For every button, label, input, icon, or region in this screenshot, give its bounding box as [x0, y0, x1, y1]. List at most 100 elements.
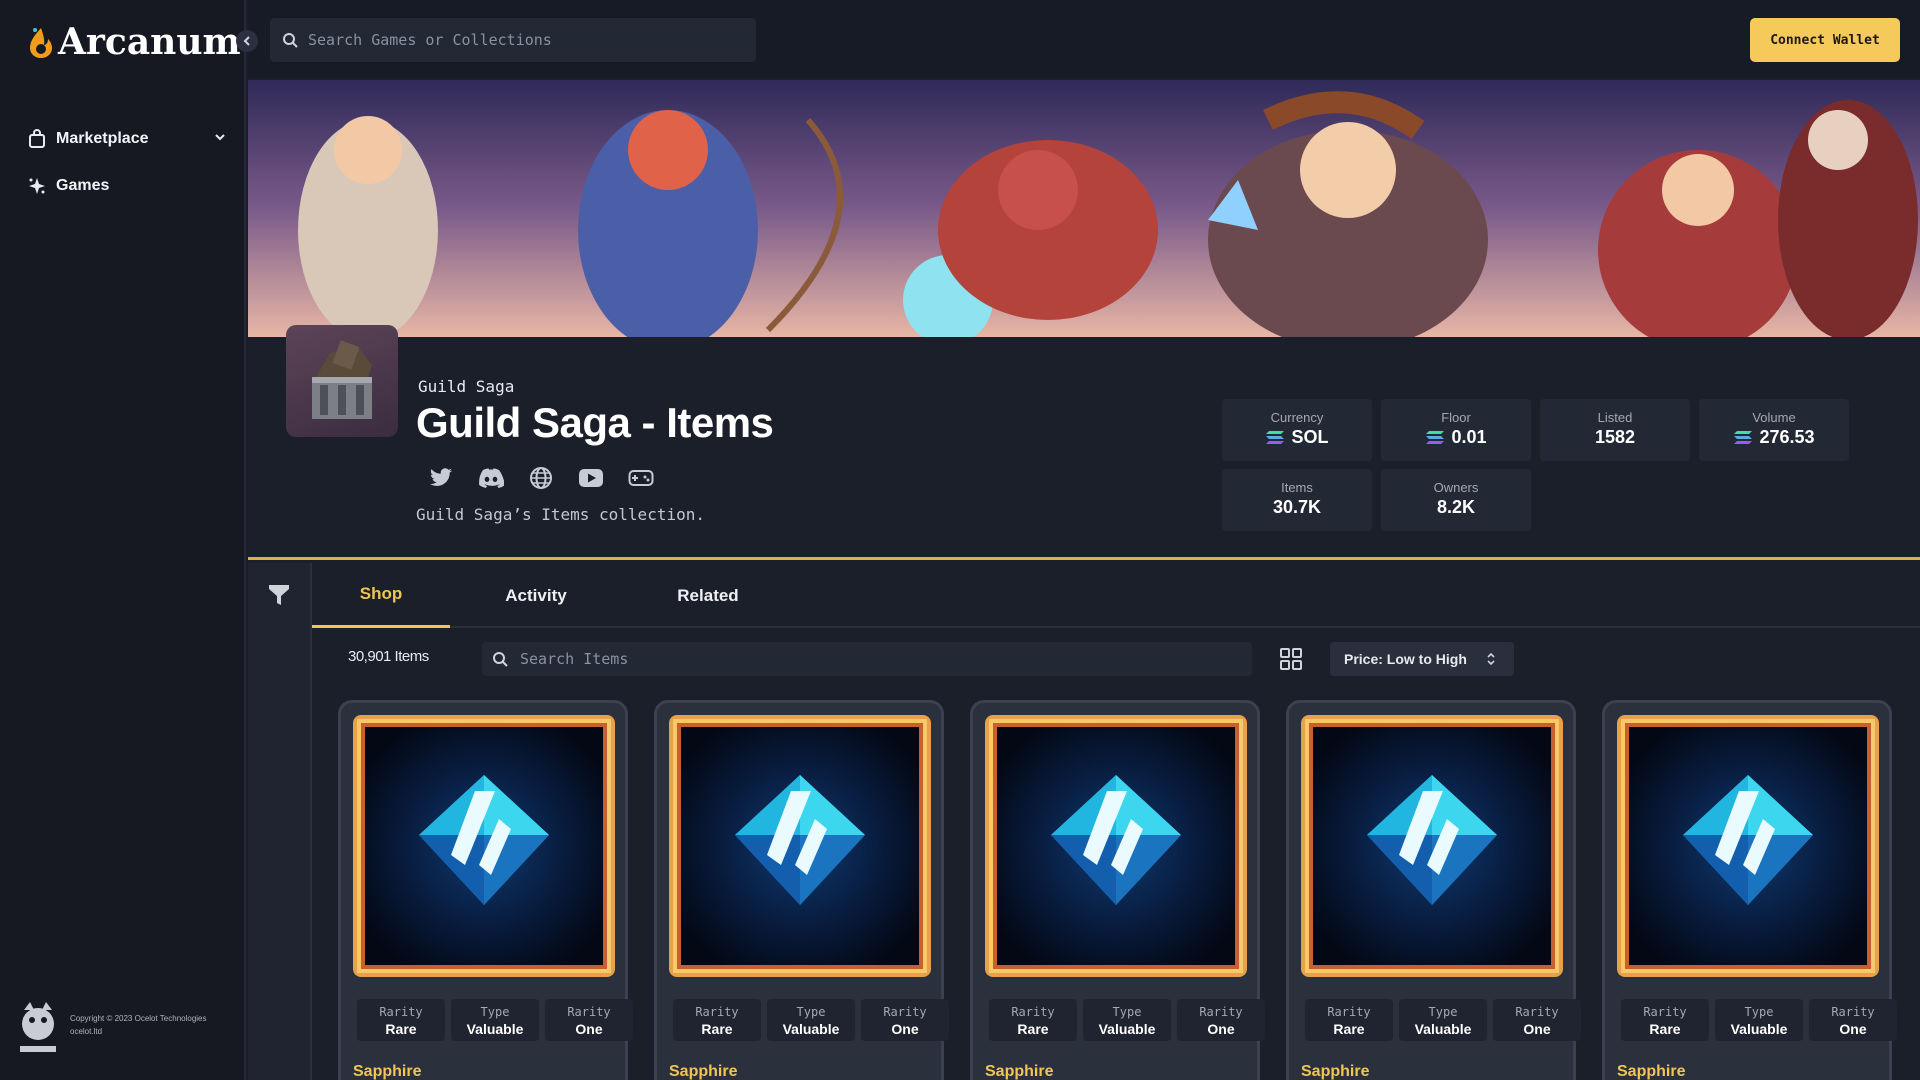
stat-value-wrap: SOL [1222, 427, 1372, 448]
collection-banner [248, 80, 1920, 337]
search-icon [283, 33, 298, 48]
attribute-key: Rarity [1515, 1005, 1559, 1019]
connect-wallet-button[interactable]: Connect Wallet [1750, 18, 1900, 62]
attribute-value: Valuable [1414, 1021, 1472, 1037]
item-search-input[interactable] [520, 650, 1220, 668]
stat-value-wrap: 1582 [1540, 427, 1690, 448]
attribute-value: One [1839, 1021, 1867, 1037]
game-name[interactable]: Guild Saga [418, 377, 514, 396]
youtube-icon[interactable] [578, 465, 604, 491]
tab-related[interactable]: Related [622, 563, 794, 628]
attribute-chip: Type Valuable [1083, 999, 1171, 1041]
attribute-key: Type [480, 1005, 510, 1019]
stat-value: SOL [1291, 427, 1329, 447]
attribute-value: Rare [1333, 1021, 1365, 1037]
sidebar-item-marketplace[interactable]: Marketplace [26, 124, 226, 154]
sort-select[interactable]: Price: Low to High [1330, 642, 1514, 676]
attribute-chip: Rarity Rare [989, 999, 1077, 1041]
attribute-key: Type [1428, 1005, 1458, 1019]
item-card[interactable]: Rarity Rare Type Valuable Rarity One Sapphire [1286, 700, 1581, 1080]
global-search[interactable] [270, 18, 756, 62]
item-name[interactable]: Sapphire [1301, 1063, 1369, 1080]
item-card[interactable]: Rarity Rare Type Valuable Rarity One Sapphire [338, 700, 633, 1080]
discord-icon[interactable] [478, 465, 504, 491]
stat-floor: Floor 0.01 [1381, 399, 1531, 461]
attribute-chip: Rarity Rare [1621, 999, 1709, 1041]
attribute-value: Rare [701, 1021, 733, 1037]
stat-label: Volume [1752, 410, 1796, 425]
attribute-key: Rarity [1643, 1005, 1687, 1019]
filter-icon [269, 585, 289, 605]
stat-items: Items 30.7K [1222, 469, 1372, 531]
attribute-chip: Type Valuable [1399, 999, 1487, 1041]
global-search-input[interactable] [308, 31, 728, 49]
app-logo[interactable]: Arcanum [26, 18, 241, 66]
collection-avatar [286, 325, 398, 437]
solana-icon [1426, 431, 1445, 444]
stat-value: 1582 [1594, 427, 1636, 447]
tab-activity[interactable]: Activity [450, 563, 622, 628]
attribute-key: Type [1744, 1005, 1774, 1019]
solana-icon [1734, 431, 1753, 444]
item-attributes: Rarity Rare Type Valuable Rarity One [357, 999, 633, 1041]
sidebar-item-label: Games [56, 177, 110, 194]
twitter-icon[interactable] [428, 465, 454, 491]
tab-shop[interactable]: Shop [312, 563, 450, 628]
stat-value: 8.2K [1436, 497, 1476, 517]
globe-icon[interactable] [528, 465, 554, 491]
attribute-key: Rarity [379, 1005, 423, 1019]
collapse-sidebar-button[interactable] [236, 30, 258, 52]
attribute-value: Rare [1017, 1021, 1049, 1037]
sapphire-item-image[interactable] [985, 715, 1247, 977]
attribute-chip: Rarity One [1493, 999, 1581, 1041]
chevron-left-icon [243, 36, 250, 46]
collection-description: Guild Saga’s Items collection. [416, 505, 705, 524]
grid-view-toggle[interactable] [1278, 646, 1304, 672]
logo-text: Arcanum [58, 21, 241, 63]
stat-label: Currency [1270, 410, 1324, 425]
gem-icon [1301, 715, 1563, 977]
attribute-chip: Rarity Rare [673, 999, 761, 1041]
item-name[interactable]: Sapphire [1617, 1063, 1685, 1080]
chevron-down-icon[interactable] [214, 130, 226, 148]
item-attributes: Rarity Rare Type Valuable Rarity One [1621, 999, 1897, 1041]
item-name[interactable]: Sapphire [985, 1063, 1053, 1080]
sapphire-item-image[interactable] [669, 715, 931, 977]
sapphire-item-image[interactable] [1301, 715, 1563, 977]
footer-copyright: Copyright © 2023 Ocelot Technologies oce… [14, 988, 230, 1062]
gamepad-icon[interactable] [628, 465, 654, 491]
top-bar: Connect Wallet [248, 0, 1920, 78]
stat-label: Owners [1433, 480, 1479, 495]
item-count: 30,901 Items [348, 648, 429, 665]
item-name[interactable]: Sapphire [353, 1063, 421, 1080]
attribute-value: One [1523, 1021, 1551, 1037]
stat-listed: Listed 1582 [1540, 399, 1690, 461]
item-attributes: Rarity Rare Type Valuable Rarity One [673, 999, 949, 1041]
item-card[interactable]: Rarity Rare Type Valuable Rarity One Sapphire [654, 700, 949, 1080]
sapphire-item-image[interactable] [1617, 715, 1879, 977]
attribute-value: Rare [1649, 1021, 1681, 1037]
attribute-key: Rarity [1831, 1005, 1875, 1019]
sort-updown-icon [1487, 652, 1495, 666]
item-card[interactable]: Rarity Rare Type Valuable Rarity One Sapphire [970, 700, 1265, 1080]
stat-owners: Owners 8.2K [1381, 469, 1531, 531]
item-search[interactable] [482, 642, 1252, 676]
collection-header: Guild Saga Guild Saga - Items Guild Saga… [248, 325, 1920, 560]
item-name[interactable]: Sapphire [669, 1063, 737, 1080]
sidebar-item-games[interactable]: Games [26, 171, 226, 201]
search-icon [493, 652, 508, 667]
item-card[interactable]: Rarity Rare Type Valuable Rarity One Sapphire [1602, 700, 1897, 1080]
filter-toggle-button[interactable] [266, 581, 292, 609]
attribute-value: One [891, 1021, 919, 1037]
collection-title: Guild Saga - Items [416, 399, 774, 446]
collection-tabs: Shop Activity Related [312, 563, 1920, 628]
shopping-bag-icon [26, 128, 48, 150]
stat-value: 0.01 [1451, 427, 1487, 447]
attribute-chip: Type Valuable [767, 999, 855, 1041]
attribute-key: Type [796, 1005, 826, 1019]
stat-currency: Currency SOL [1222, 399, 1372, 461]
gem-icon [985, 715, 1247, 977]
sapphire-item-image[interactable] [353, 715, 615, 977]
attribute-chip: Rarity One [545, 999, 633, 1041]
attribute-key: Type [1112, 1005, 1142, 1019]
